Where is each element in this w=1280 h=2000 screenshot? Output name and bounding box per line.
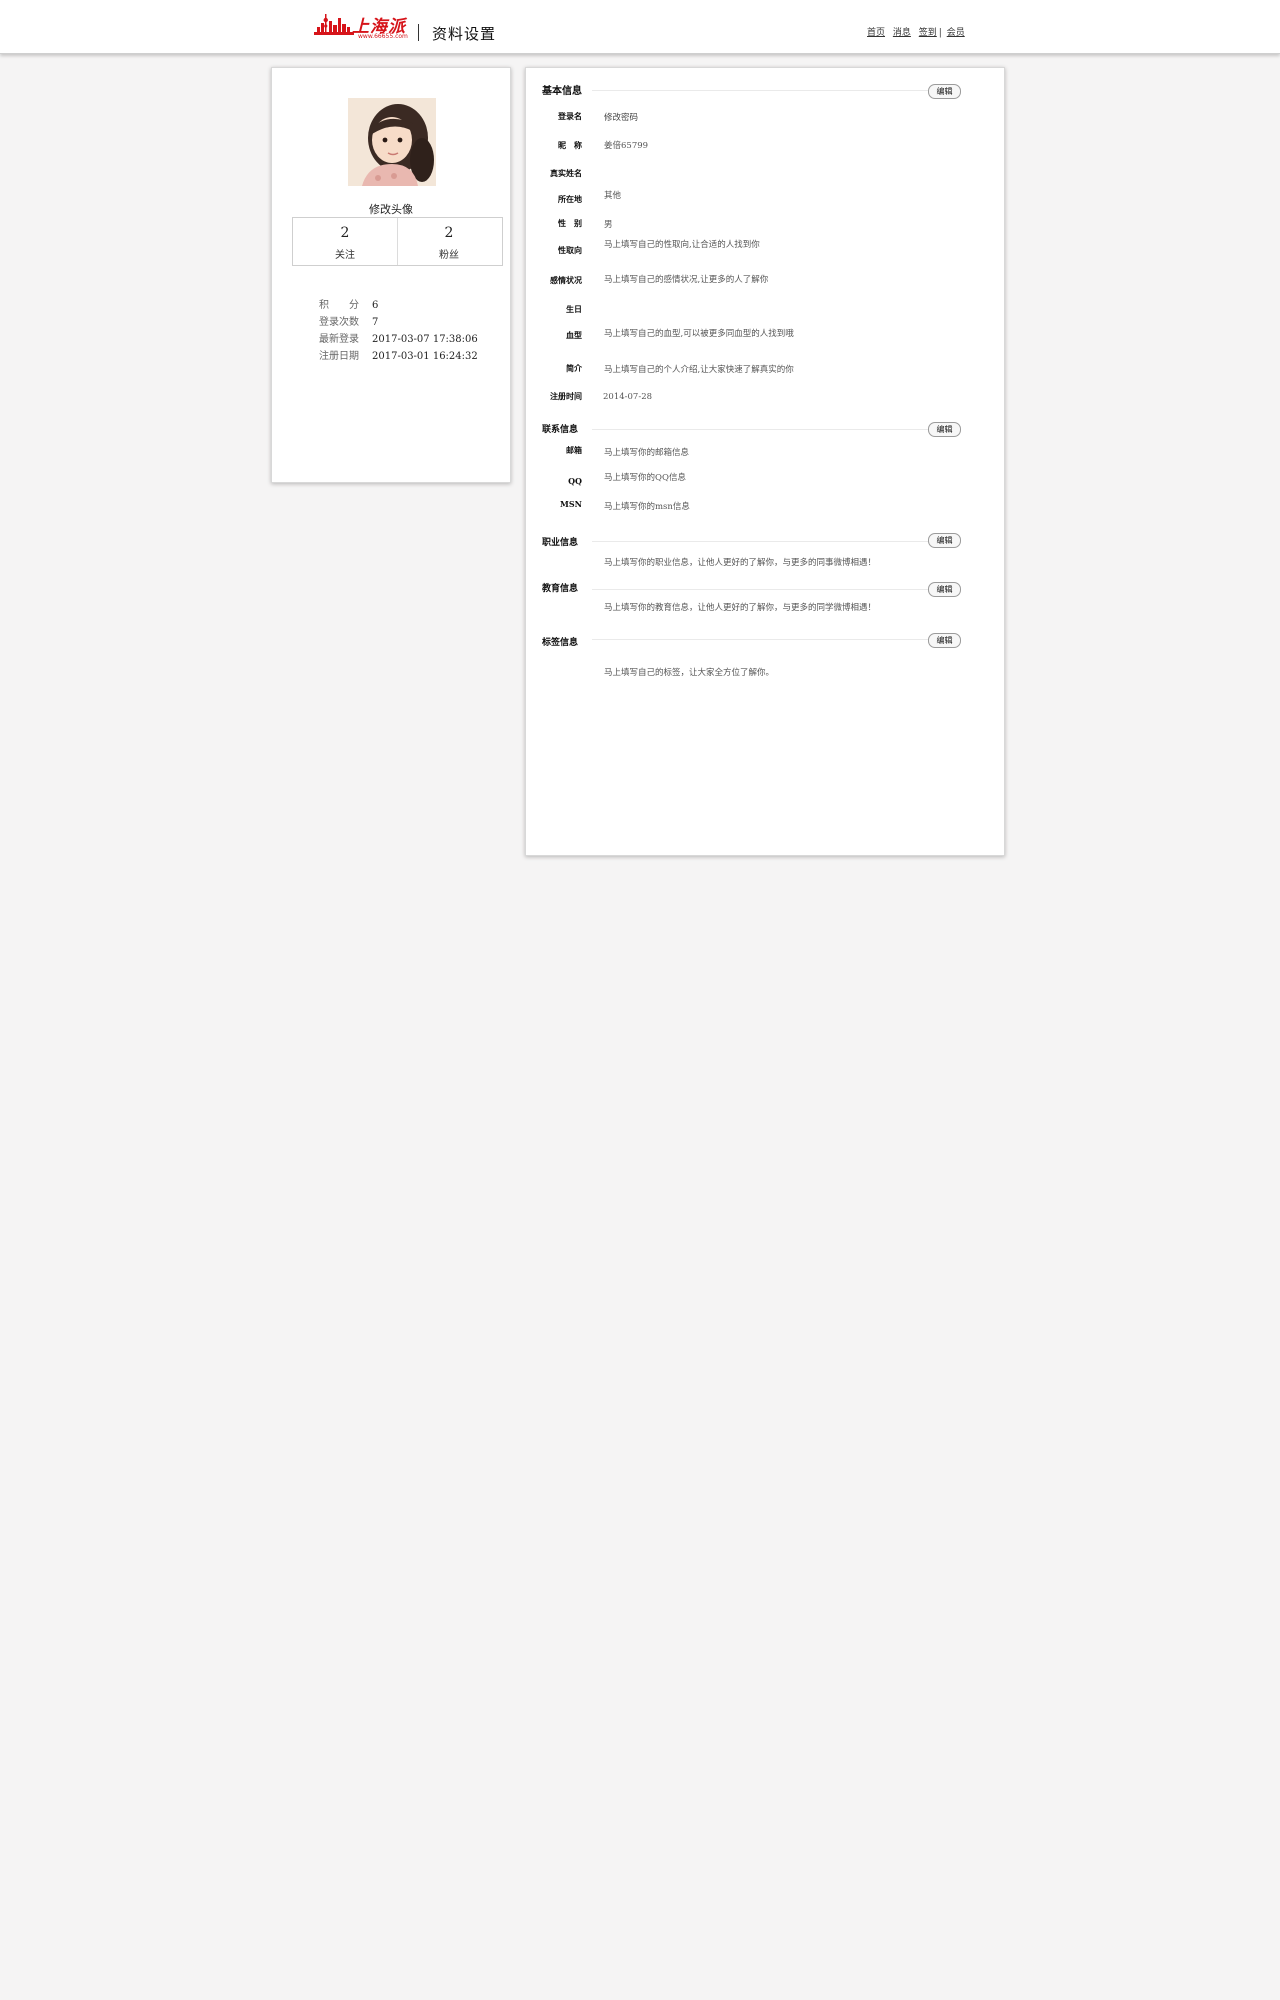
fans-count: 2 xyxy=(444,225,454,241)
avatar[interactable] xyxy=(348,98,436,186)
account-meta: 积 分 6 登录次数 7 最新登录 2017-03-07 17:38:06 注册日期 2… xyxy=(319,297,478,365)
field-label-email: 邮箱 xyxy=(566,445,582,455)
field-label-birthday: 生日 xyxy=(566,304,582,314)
top-nav: 首页 消息 签到 | 会员 xyxy=(867,28,965,38)
field-value-relationship[interactable]: 马上填写自己的感情状况,让更多的人了解你 xyxy=(604,273,768,285)
profile-card: 修改头像 2 关注 2 粉丝 积 分 6 登录次数 7 最新登录 2017-03-07… xyxy=(271,67,511,483)
meta-row-register-date: 注册日期 2017-03-01 16:24:32 xyxy=(319,348,478,365)
field-value-location[interactable]: 其他 xyxy=(604,189,621,201)
section-divider xyxy=(592,589,952,590)
meta-label: 积 分 xyxy=(319,300,359,311)
field-value-orientation[interactable]: 马上填写自己的性取向,让合适的人找到你 xyxy=(604,238,760,250)
edit-career-button[interactable]: 编辑 xyxy=(928,533,961,548)
nav-home-link[interactable]: 首页 xyxy=(867,28,885,38)
page-title: 资料设置 xyxy=(432,25,497,43)
profile-details-card: 基本信息 编辑 登录名 修改密码 昵 称 姜倍65799 真实姓名 所在地 其他… xyxy=(525,67,1005,856)
nav-messages-link[interactable]: 消息 xyxy=(893,28,911,38)
meta-row-login-count: 登录次数 7 xyxy=(319,314,478,331)
meta-value: 2017-03-07 17:38:06 xyxy=(372,334,478,345)
meta-label: 登录次数 xyxy=(319,317,359,328)
education-prompt[interactable]: 马上填写你的教育信息，让他人更好的了解你，与更多的同学微博相遇！ xyxy=(604,601,876,613)
following-count: 2 xyxy=(340,225,350,241)
field-value-email[interactable]: 马上填写你的邮箱信息 xyxy=(604,446,689,458)
field-label-location: 所在地 xyxy=(558,194,582,204)
top-bar: 上海派 www.66655.com 资料设置 首页 消息 签到 | 会员 xyxy=(0,0,1280,54)
section-title-contact: 联系信息 xyxy=(542,425,579,435)
fans-stat[interactable]: 2 粉丝 xyxy=(397,218,501,265)
section-divider xyxy=(592,639,952,640)
section-divider xyxy=(592,90,952,91)
field-label-real-name: 真实姓名 xyxy=(550,168,582,178)
edit-basic-button[interactable]: 编辑 xyxy=(928,84,961,99)
meta-label: 注册日期 xyxy=(319,351,359,362)
nav-checkin-link[interactable]: 签到 xyxy=(919,28,937,38)
edit-contact-button[interactable]: 编辑 xyxy=(928,422,961,437)
section-title-education: 教育信息 xyxy=(542,584,579,594)
section-title-basic: 基本信息 xyxy=(542,86,582,97)
field-value-nickname[interactable]: 姜倍65799 xyxy=(604,139,648,151)
field-label-gender: 性 别 xyxy=(558,218,582,228)
meta-value: 6 xyxy=(372,300,379,311)
field-label-bio: 简介 xyxy=(566,363,582,373)
field-value-msn[interactable]: 马上填写你的msn信息 xyxy=(604,500,690,512)
logo-url: www.66655.com xyxy=(358,33,408,40)
field-label-login-name: 登录名 xyxy=(558,111,582,121)
field-label-qq: QQ xyxy=(568,476,582,486)
change-avatar-link[interactable]: 修改头像 xyxy=(272,201,510,217)
following-stat[interactable]: 2 关注 xyxy=(293,218,398,265)
meta-row-last-login: 最新登录 2017-03-07 17:38:06 xyxy=(319,331,478,348)
field-label-msn: MSN xyxy=(560,499,582,509)
edit-education-button[interactable]: 编辑 xyxy=(928,582,961,597)
change-password-link[interactable]: 修改密码 xyxy=(604,111,638,123)
title-divider xyxy=(418,24,419,41)
stats-box: 2 关注 2 粉丝 xyxy=(292,217,503,266)
avatar-image xyxy=(348,98,436,186)
field-label-nickname: 昵 称 xyxy=(558,140,582,150)
section-divider xyxy=(592,541,952,542)
field-value-register-time: 2014-07-28 xyxy=(603,392,653,402)
following-label: 关注 xyxy=(335,250,355,261)
section-divider xyxy=(592,429,952,430)
meta-label: 最新登录 xyxy=(319,334,359,345)
fans-label: 粉丝 xyxy=(439,250,459,261)
field-value-gender[interactable]: 男 xyxy=(604,218,613,230)
field-label-relationship: 感情状况 xyxy=(550,275,582,285)
field-value-blood-type[interactable]: 马上填写自己的血型,可以被更多同血型的人找到哦 xyxy=(604,327,794,339)
field-value-bio[interactable]: 马上填写自己的个人介绍,让大家快速了解真实的你 xyxy=(604,363,794,375)
skyline-icon xyxy=(314,14,354,35)
field-value-qq[interactable]: 马上填写你的QQ信息 xyxy=(604,471,686,483)
meta-value: 2017-03-01 16:24:32 xyxy=(372,351,478,362)
nav-member-link[interactable]: 会员 xyxy=(947,28,965,38)
section-title-career: 职业信息 xyxy=(542,538,579,548)
career-prompt[interactable]: 马上填写你的职业信息，让他人更好的了解你，与更多的同事微博相遇！ xyxy=(604,556,876,568)
field-label-blood-type: 血型 xyxy=(566,330,582,340)
field-label-orientation: 性取向 xyxy=(558,245,582,255)
edit-tags-button[interactable]: 编辑 xyxy=(928,633,961,648)
site-logo[interactable]: 上海派 www.66655.com xyxy=(314,12,408,42)
meta-row-points: 积 分 6 xyxy=(319,297,478,314)
meta-value: 7 xyxy=(372,317,379,328)
tags-prompt[interactable]: 马上填写自己的标签，让大家全方位了解你。 xyxy=(604,666,774,678)
field-label-register-time: 注册时间 xyxy=(550,391,582,401)
section-title-tags: 标签信息 xyxy=(542,638,579,648)
